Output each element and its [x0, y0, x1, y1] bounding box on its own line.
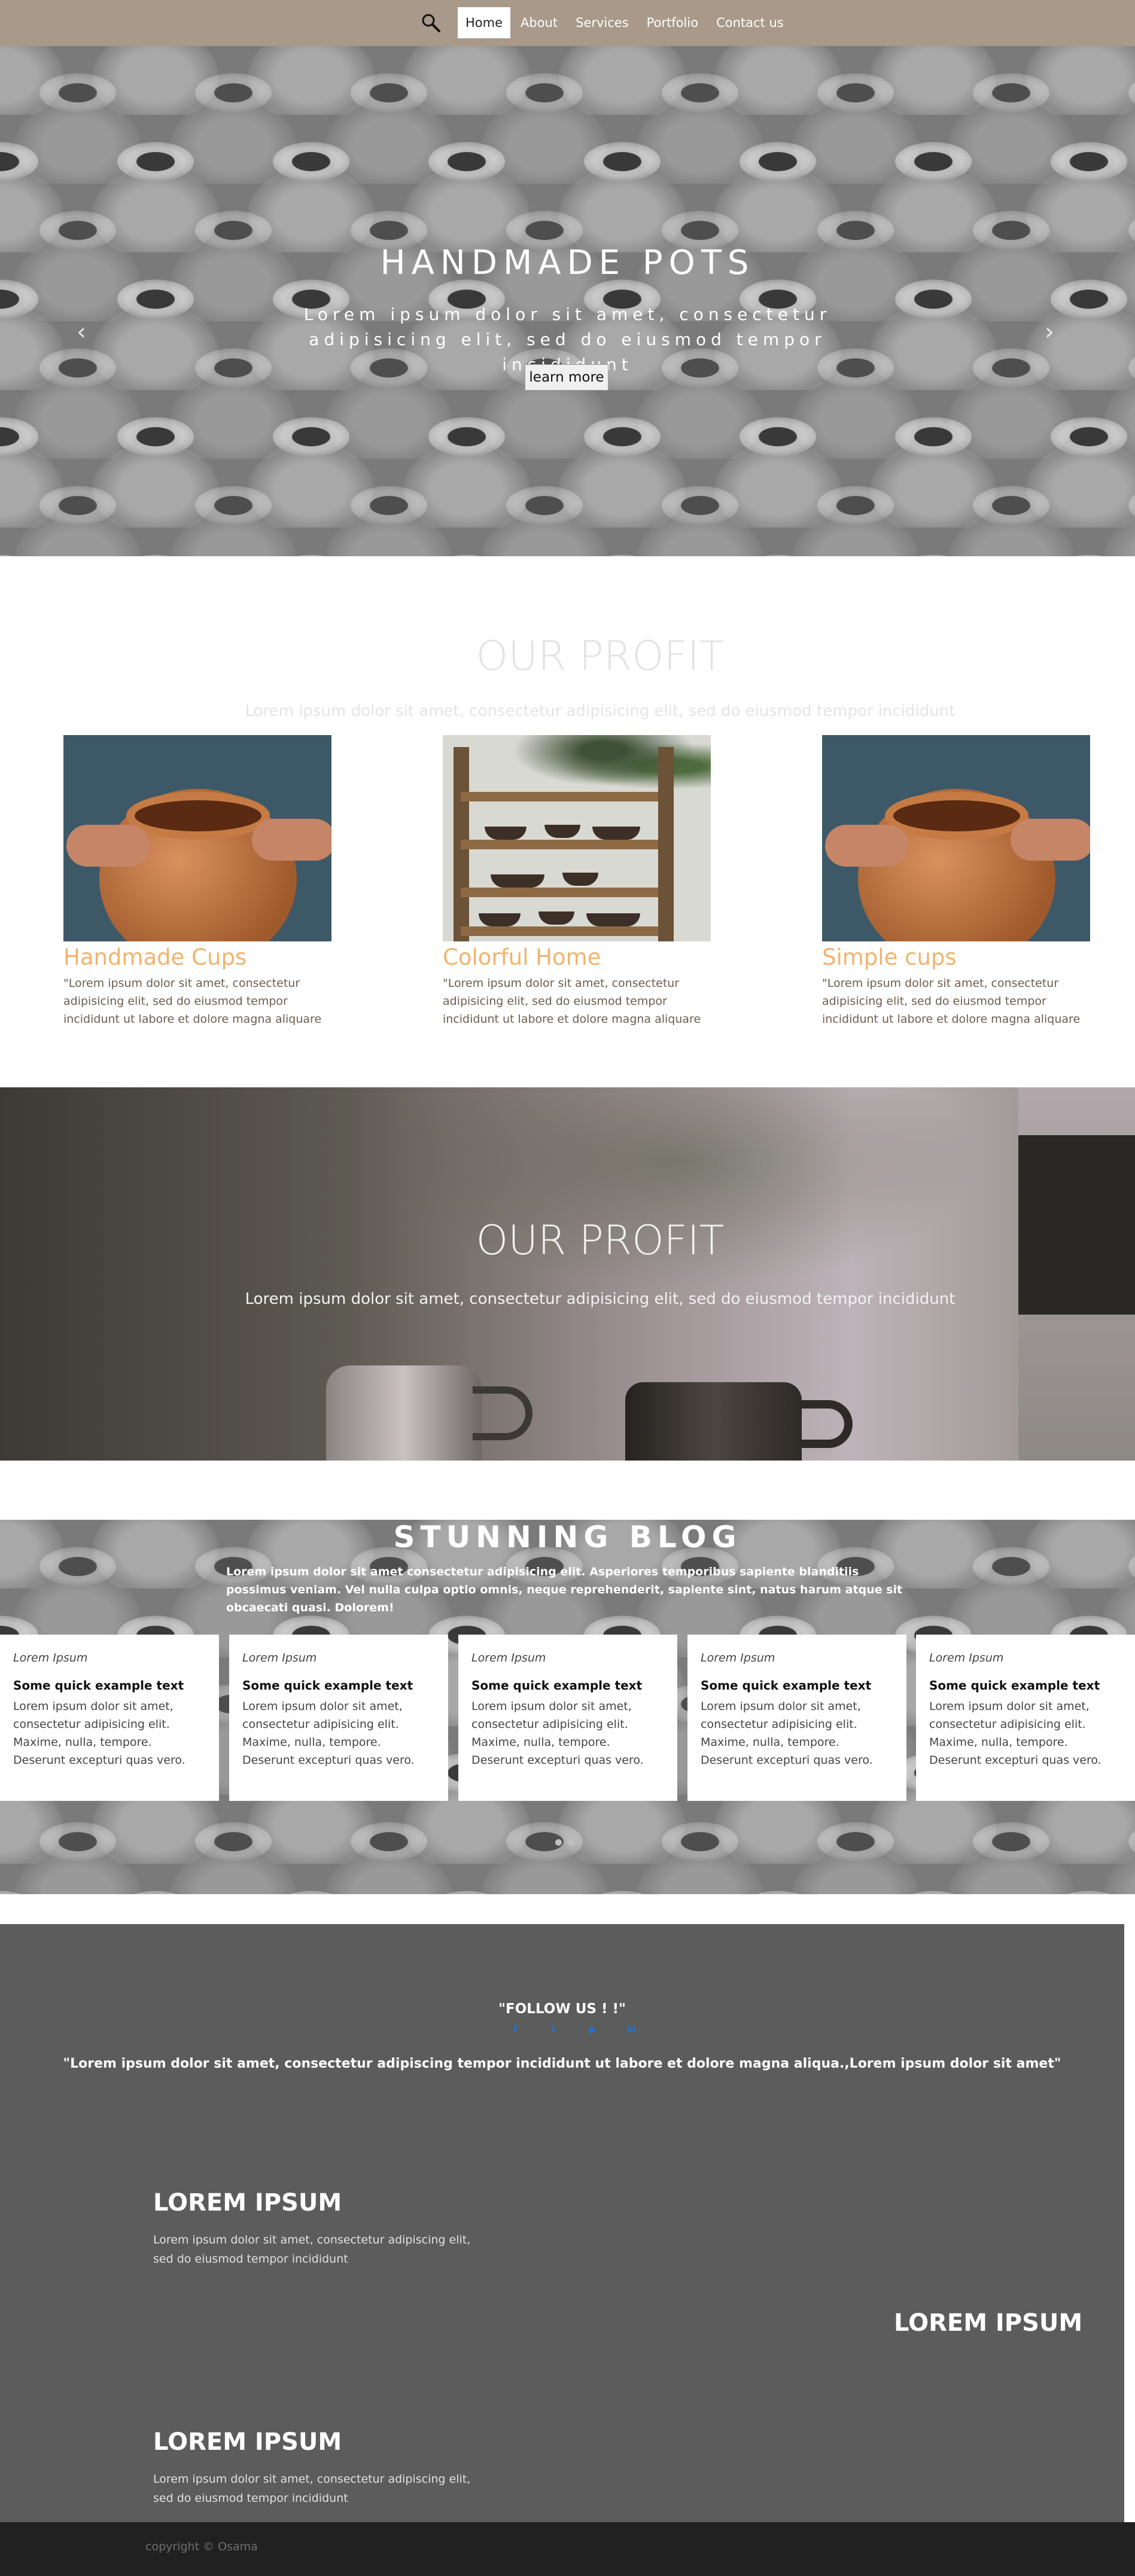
card-subtitle: Lorem Ipsum [701, 1651, 775, 1665]
blog-card[interactable]: Lorem Ipsum Some quick example text Lore… [458, 1635, 677, 1801]
card-subtitle: Lorem Ipsum [929, 1651, 1004, 1665]
nav-about[interactable]: About [513, 7, 565, 38]
card-heading: Some quick example text [13, 1678, 184, 1693]
profit-card: Simple cups "Lorem ipsum dolor sit amet,… [822, 735, 1090, 1028]
card-heading: Some quick example text [471, 1678, 643, 1693]
social-links: f t ▶ in [509, 2023, 638, 2035]
nav-portfolio[interactable]: Portfolio [639, 7, 706, 38]
carousel-dot[interactable] [555, 1839, 562, 1846]
nav-home[interactable]: Home [458, 7, 511, 38]
card-subtitle: Lorem Ipsum [242, 1651, 317, 1665]
profit-card: Handmade Cups "Lorem ipsum dolor sit ame… [63, 735, 331, 1028]
cup-image [625, 1382, 802, 1461]
card-text: "Lorem ipsum dolor sit amet, consectetur… [822, 977, 1081, 1026]
copyright-bar: copyright © Osama [0, 2522, 1135, 2576]
follow-us-heading: "FOLLOW US ! !" [498, 2001, 626, 2017]
chevron-right-icon[interactable]: › [1045, 318, 1054, 346]
top-navbar: Home About Services Portfolio Contact us [0, 0, 1135, 46]
hero-background-overlay [0, 46, 1135, 556]
blog-card[interactable]: Lorem Ipsum Some quick example text Lore… [687, 1635, 906, 1801]
profit-title: OUR PROFIT [476, 633, 725, 680]
card-body: Lorem ipsum dolor sit amet, consectetur … [471, 1700, 644, 1767]
card-body: Lorem ipsum dolor sit amet, consectetur … [929, 1700, 1101, 1767]
footer-quote: "Lorem ipsum dolor sit amet, consectetur… [63, 2056, 1061, 2071]
blog-card[interactable]: Lorem Ipsum Some quick example text Lore… [229, 1635, 448, 1801]
banner-subtitle: Lorem ipsum dolor sit amet, consectetur … [245, 1290, 956, 1308]
footer-heading: LOREM IPSUM [153, 2189, 342, 2217]
card-heading: Some quick example text [701, 1678, 872, 1693]
pottery-image [822, 735, 1090, 941]
card-text: "Lorem ipsum dolor sit amet, consectetur… [63, 977, 322, 1026]
card-title: Simple cups [822, 944, 957, 970]
profit-banner [0, 1087, 1135, 1461]
card-body: Lorem ipsum dolor sit amet, consectetur … [242, 1700, 415, 1767]
carousel-indicators [555, 1839, 574, 1846]
profit-card: Colorful Home "Lorem ipsum dolor sit ame… [443, 735, 711, 1028]
card-title: Colorful Home [443, 944, 601, 970]
profit-subtitle: Lorem ipsum dolor sit amet, consectetur … [245, 702, 956, 720]
jug-image [326, 1365, 482, 1461]
banner-title: OUR PROFIT [476, 1217, 725, 1264]
copyright-text: copyright © Osama [145, 2540, 258, 2553]
nav-services[interactable]: Services [568, 7, 637, 38]
blog-title: STUNNING BLOG [393, 1520, 742, 1554]
card-body: Lorem ipsum dolor sit amet, consectetur … [701, 1700, 873, 1767]
card-subtitle: Lorem Ipsum [471, 1651, 546, 1665]
twitter-icon[interactable]: t [548, 2023, 560, 2035]
hero-carousel: ‹ › [0, 46, 1135, 556]
blog-subtitle: Lorem ipsum dolor sit amet consectetur a… [226, 1565, 903, 1614]
chevron-left-icon[interactable]: ‹ [77, 318, 86, 346]
shelf-image [443, 735, 711, 941]
card-body: Lorem ipsum dolor sit amet, consectetur … [13, 1700, 185, 1767]
nav-contact[interactable]: Contact us [708, 7, 792, 38]
card-subtitle: Lorem Ipsum [13, 1651, 88, 1665]
learn-more-button[interactable]: learn more [525, 364, 608, 391]
carousel-dot[interactable] [568, 1839, 574, 1846]
card-text: "Lorem ipsum dolor sit amet, consectetur… [443, 977, 701, 1026]
card-heading: Some quick example text [929, 1678, 1100, 1693]
footer-text: Lorem ipsum dolor sit amet, consectetur … [153, 2233, 471, 2266]
footer-heading: LOREM IPSUM [894, 2309, 1083, 2337]
footer-text: Lorem ipsum dolor sit amet, consectetur … [153, 2473, 471, 2505]
youtube-icon[interactable]: ▶ [587, 2023, 599, 2035]
card-heading: Some quick example text [242, 1678, 413, 1693]
footer-heading: LOREM IPSUM [153, 2428, 342, 2456]
hero-title: HANDMADE POTS [380, 243, 755, 282]
facebook-icon[interactable]: f [509, 2023, 521, 2035]
search-icon[interactable] [420, 12, 442, 33]
blog-card[interactable]: Lorem Ipsum Some quick example text Lore… [0, 1635, 219, 1801]
card-title: Handmade Cups [63, 944, 247, 970]
linkedin-icon[interactable]: in [626, 2023, 638, 2035]
blog-card[interactable]: Lorem Ipsum Some quick example text Lore… [916, 1635, 1135, 1801]
pottery-image [63, 735, 331, 941]
